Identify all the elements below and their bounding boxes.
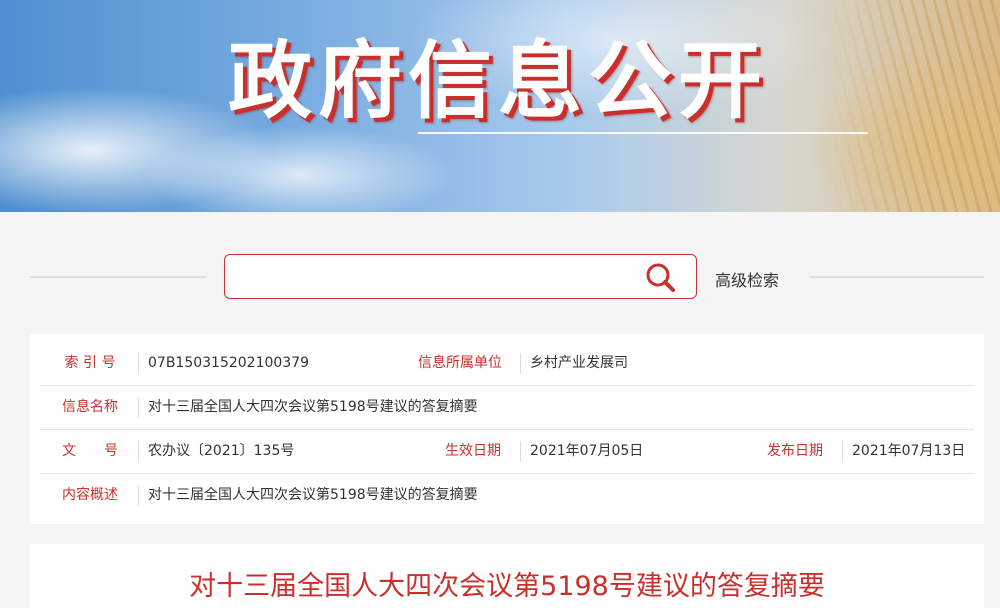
info-row-index: 索 引 号 07B150315202100379 信息所属单位 乡村产业发展司 bbox=[40, 342, 974, 386]
docno-value: 农办议〔2021〕135号 bbox=[148, 443, 295, 459]
info-row-docno: 文 号 农办议〔2021〕135号 生效日期 2021年07月05日 发布日期 … bbox=[40, 430, 974, 474]
info-row-name: 信息名称 对十三届全国人大四次会议第5198号建议的答复摘要 bbox=[40, 386, 974, 430]
unit-label: 信息所属单位 bbox=[418, 355, 502, 371]
search-icon[interactable] bbox=[644, 261, 678, 295]
title-underline bbox=[418, 132, 868, 134]
divider bbox=[520, 441, 521, 462]
info-row-summary: 内容概述 对十三届全国人大四次会议第5198号建议的答复摘要 bbox=[40, 474, 974, 517]
unit-value: 乡村产业发展司 bbox=[530, 355, 628, 371]
summary-label: 内容概述 bbox=[62, 487, 118, 503]
index-value: 07B150315202100379 bbox=[148, 355, 310, 371]
search-box[interactable] bbox=[224, 254, 697, 299]
search-input[interactable] bbox=[235, 261, 639, 293]
divider bbox=[138, 397, 139, 418]
publish-date-value: 2021年07月13日 bbox=[852, 443, 966, 459]
document-title: 对十三届全国人大四次会议第5198号建议的答复摘要 bbox=[189, 571, 825, 602]
index-label: 索 引 号 bbox=[64, 355, 116, 371]
divider bbox=[520, 353, 521, 374]
wheat-decoration bbox=[830, 0, 1000, 212]
search-divider-right bbox=[810, 276, 984, 278]
docno-label: 文 号 bbox=[62, 443, 118, 459]
divider bbox=[138, 485, 139, 506]
name-label: 信息名称 bbox=[62, 399, 118, 415]
summary-value: 对十三届全国人大四次会议第5198号建议的答复摘要 bbox=[148, 487, 478, 503]
advanced-search-link[interactable]: 高级检索 bbox=[715, 267, 779, 291]
page-title: 政府信息公开 bbox=[228, 32, 769, 130]
divider bbox=[138, 441, 139, 462]
name-value: 对十三届全国人大四次会议第5198号建议的答复摘要 bbox=[148, 399, 478, 415]
info-table: 索 引 号 07B150315202100379 信息所属单位 乡村产业发展司 … bbox=[30, 334, 984, 524]
divider bbox=[842, 441, 843, 462]
publish-date-label: 发布日期 bbox=[767, 443, 823, 459]
document-card: 对十三届全国人大四次会议第5198号建议的答复摘要 bbox=[30, 544, 984, 608]
divider bbox=[138, 353, 139, 374]
header-banner: 政府信息公开 bbox=[0, 0, 1000, 212]
effective-date-label: 生效日期 bbox=[445, 443, 501, 459]
search-divider-left bbox=[30, 276, 206, 278]
effective-date-value: 2021年07月05日 bbox=[530, 443, 644, 459]
